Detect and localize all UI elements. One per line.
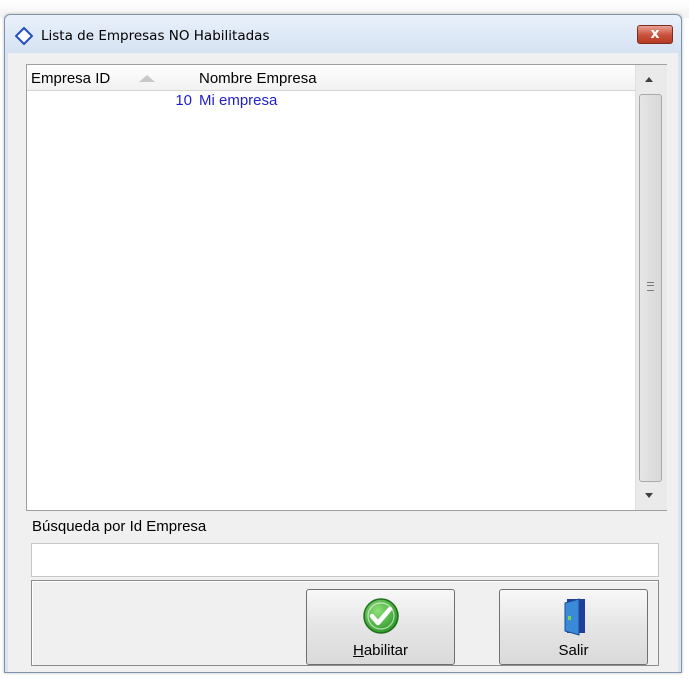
- column-header-empresa-id[interactable]: Empresa ID: [31, 70, 110, 87]
- title-bar[interactable]: Lista de Empresas NO Habilitadas x: [5, 15, 681, 53]
- cell-nombre-empresa: Mi empresa: [199, 92, 278, 109]
- grip-icon: [647, 282, 654, 291]
- cell-empresa-id: 10: [175, 92, 192, 109]
- grid-header: Empresa ID Nombre Empresa: [27, 65, 635, 91]
- exit-door-icon: [564, 598, 585, 636]
- vertical-scrollbar[interactable]: [635, 65, 667, 510]
- scroll-down-arrow-icon[interactable]: [645, 493, 653, 498]
- search-label: Búsqueda por Id Empresa: [32, 518, 207, 535]
- habilitar-label: Habilitar: [352, 642, 409, 659]
- companies-grid[interactable]: Empresa ID Nombre Empresa 10 Mi empresa: [26, 64, 667, 511]
- button-panel: Habilitar Salir: [31, 580, 659, 666]
- salir-label: Salir: [558, 642, 589, 659]
- column-header-nombre-empresa[interactable]: Nombre Empresa: [199, 70, 317, 87]
- window-title: Lista de Empresas NO Habilitadas: [41, 28, 270, 44]
- habilitar-button[interactable]: Habilitar: [306, 589, 455, 665]
- search-input[interactable]: [31, 543, 659, 577]
- close-icon: x: [650, 26, 660, 42]
- app-diamond-icon: [15, 27, 33, 45]
- scroll-up-arrow-icon[interactable]: [645, 77, 653, 82]
- close-button[interactable]: x: [637, 25, 673, 44]
- scrollbar-thumb[interactable]: [639, 94, 662, 482]
- green-check-icon: [362, 598, 399, 634]
- table-row[interactable]: 10 Mi empresa: [27, 92, 635, 112]
- salir-button[interactable]: Salir: [499, 589, 648, 665]
- sort-ascending-icon: [139, 75, 155, 82]
